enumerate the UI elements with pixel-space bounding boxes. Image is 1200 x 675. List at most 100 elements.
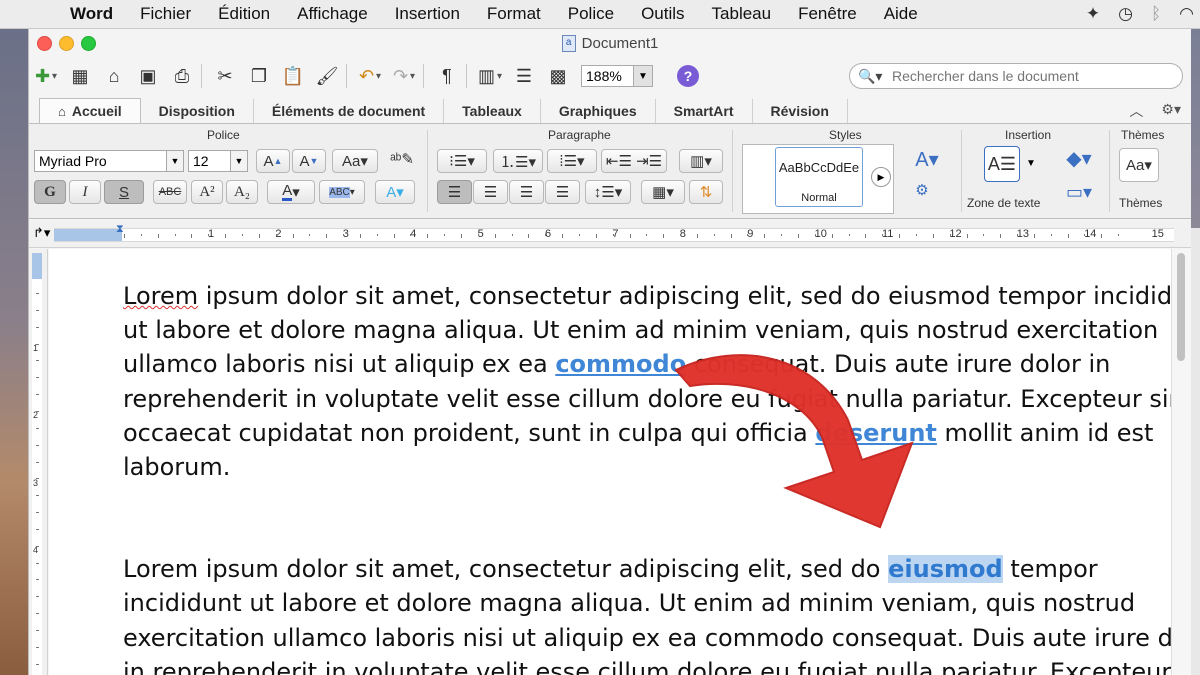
menu-aide[interactable]: Aide	[884, 4, 918, 24]
picture-icon[interactable]: ▭▾	[1059, 180, 1099, 204]
multilevel-list-button[interactable]: ⁞☰▾	[547, 149, 597, 173]
justify-button[interactable]: ☰	[545, 180, 580, 204]
text-effects-button[interactable]: A▾	[375, 180, 415, 204]
bullets-button[interactable]: ⁝☰▾	[437, 149, 487, 173]
collapse-ribbon-icon[interactable]: ︿	[1129, 101, 1143, 121]
script-editor-icon[interactable]: ✦	[1086, 4, 1100, 24]
styles-pane-icon[interactable]: A▾	[907, 147, 947, 171]
gallery-next-icon[interactable]: ▶	[871, 167, 891, 187]
horizontal-ruler[interactable]: ↱▾ ⧗ 1 2 3 4 5 6 7 8 9 10 11 12 13 14 15	[29, 221, 1191, 248]
media-browser-icon[interactable]: ▩	[543, 62, 573, 90]
line-spacing-button[interactable]: ↕☰▾	[585, 180, 631, 204]
tab-smartart[interactable]: SmartArt	[656, 99, 753, 123]
font-name-field[interactable]: Myriad Pro ▼	[34, 150, 184, 172]
minimize-window-button[interactable]	[59, 36, 74, 51]
bold-button[interactable]: G	[34, 180, 66, 204]
font-color-button[interactable]: A ▾	[267, 180, 315, 204]
undo-icon[interactable]: ↶	[355, 62, 385, 90]
align-left-button[interactable]: ☰	[437, 180, 472, 204]
cut-icon[interactable]: ✂	[210, 62, 240, 90]
align-center-button[interactable]: ☰	[473, 180, 508, 204]
view-icon[interactable]: ☰	[509, 62, 539, 90]
wifi-icon[interactable]: ◠	[1179, 4, 1194, 24]
change-case-button[interactable]: Aa▾	[332, 149, 378, 173]
scrollbar-thumb[interactable]	[1177, 253, 1185, 361]
document-page[interactable]: Lorem ipsum dolor sit amet, consectetur …	[49, 249, 1171, 675]
gallery-icon[interactable]: ▦	[65, 62, 95, 90]
style-normal[interactable]: AaBbCcDdEe Normal	[775, 147, 863, 207]
superscript-button[interactable]: A²	[191, 180, 223, 204]
ribbon-gear-icon[interactable]: ⚙▾	[1161, 101, 1181, 121]
sort-button[interactable]: ⇅	[689, 180, 723, 204]
highlighted-word-commodo[interactable]: commodo	[555, 350, 686, 378]
tab-accueil[interactable]: ⌂ Accueil	[39, 98, 141, 123]
tab-disposition[interactable]: Disposition	[141, 99, 254, 123]
ruler-tick	[174, 234, 176, 236]
search-input[interactable]	[890, 67, 1164, 85]
styles-settings-icon[interactable]: ⚙	[909, 178, 935, 202]
numbering-button[interactable]: ⒈☰▾	[493, 149, 543, 173]
clear-formatting-icon[interactable]: ᵃᵇ✎	[387, 147, 417, 171]
help-icon[interactable]: ?	[677, 65, 699, 87]
subscript-button[interactable]: A₂	[226, 180, 258, 204]
search-box[interactable]: 🔍▾	[849, 63, 1183, 89]
menu-edition[interactable]: Édition	[218, 4, 270, 24]
search-icon[interactable]: 🔍▾	[858, 68, 890, 85]
copy-icon[interactable]: ❐	[244, 62, 274, 90]
menu-police[interactable]: Police	[568, 4, 614, 24]
menu-fichier[interactable]: Fichier	[140, 4, 191, 24]
themes-icon[interactable]: Aa▾	[1119, 148, 1159, 182]
highlight-button[interactable]: ABC ▾	[319, 180, 365, 204]
document-body[interactable]: Lorem ipsum dolor sit amet, consectetur …	[123, 279, 1171, 675]
columns-button[interactable]: ▥▾	[679, 149, 723, 173]
ruler-tick	[663, 234, 665, 238]
ruler-tick	[1000, 234, 1002, 238]
menu-tableau[interactable]: Tableau	[712, 4, 772, 24]
textbox-icon[interactable]: A☰	[984, 146, 1020, 182]
open-folder-icon[interactable]: ⌂	[99, 62, 129, 90]
sidebar-icon[interactable]: ▥	[475, 62, 505, 90]
style-gallery[interactable]: AaBbCcDdEe Normal ▶	[742, 144, 894, 214]
menu-format[interactable]: Format	[487, 4, 541, 24]
strikethrough-button[interactable]: ABC	[153, 180, 187, 204]
format-painter-icon[interactable]: 🖌	[312, 62, 342, 90]
print-icon[interactable]: ⎙	[167, 62, 197, 90]
menu-insertion[interactable]: Insertion	[395, 4, 460, 24]
tab-graphiques[interactable]: Graphiques	[541, 99, 656, 123]
indent-buttons[interactable]: ⇤☰ ⇥☰	[601, 149, 667, 173]
close-window-button[interactable]	[37, 36, 52, 51]
tab-tableaux[interactable]: Tableaux	[444, 99, 541, 123]
paste-icon[interactable]: 📋	[278, 62, 308, 90]
bluetooth-icon[interactable]: ᛒ	[1151, 4, 1161, 24]
shapes-icon[interactable]: ◆▾	[1059, 146, 1099, 170]
zoom-select[interactable]: 188% ▼	[581, 65, 653, 87]
tab-revision[interactable]: Révision	[753, 99, 848, 123]
pilcrow-icon[interactable]: ¶	[432, 62, 462, 90]
menu-word[interactable]: Word	[70, 4, 113, 24]
ruler-track[interactable]: ⧗ 1 2 3 4 5 6 7 8 9 10 11 12 13 14 15	[54, 223, 1174, 242]
highlighted-word-deserunt[interactable]: deserunt	[815, 419, 937, 447]
shrink-font-button[interactable]: A ▼	[292, 149, 326, 173]
tab-stop-icon[interactable]: ↱▾	[33, 225, 50, 241]
borders-button[interactable]: ▦▾	[641, 180, 685, 204]
indent-marker-icon[interactable]: ⧗	[116, 223, 124, 236]
tab-elements-de-document[interactable]: Éléments de document	[254, 99, 445, 123]
underline-button[interactable]: S	[104, 180, 144, 204]
menu-outils[interactable]: Outils	[641, 4, 684, 24]
save-icon[interactable]: ▣	[133, 62, 163, 90]
redo-icon[interactable]: ↷	[389, 62, 419, 90]
misspelled-word[interactable]: Lorem	[123, 282, 198, 310]
new-document-icon[interactable]: ✚	[31, 62, 61, 90]
time-machine-icon[interactable]: ◷	[1118, 4, 1133, 24]
vertical-scrollbar[interactable]	[1171, 249, 1191, 675]
grow-font-button[interactable]: A ▲	[256, 149, 290, 173]
maximize-window-button[interactable]	[81, 36, 96, 51]
selected-word-eiusmod[interactable]: eiusmod	[888, 555, 1003, 584]
menu-affichage[interactable]: Affichage	[297, 4, 368, 24]
align-right-button[interactable]: ☰	[509, 180, 544, 204]
menu-fenetre[interactable]: Fenêtre	[798, 4, 857, 24]
font-size-field[interactable]: 12 ▼	[188, 150, 248, 172]
vertical-ruler[interactable]: 1234	[29, 249, 48, 675]
chevron-down-icon[interactable]: ▼	[1026, 158, 1036, 169]
italic-button[interactable]: I	[69, 180, 101, 204]
